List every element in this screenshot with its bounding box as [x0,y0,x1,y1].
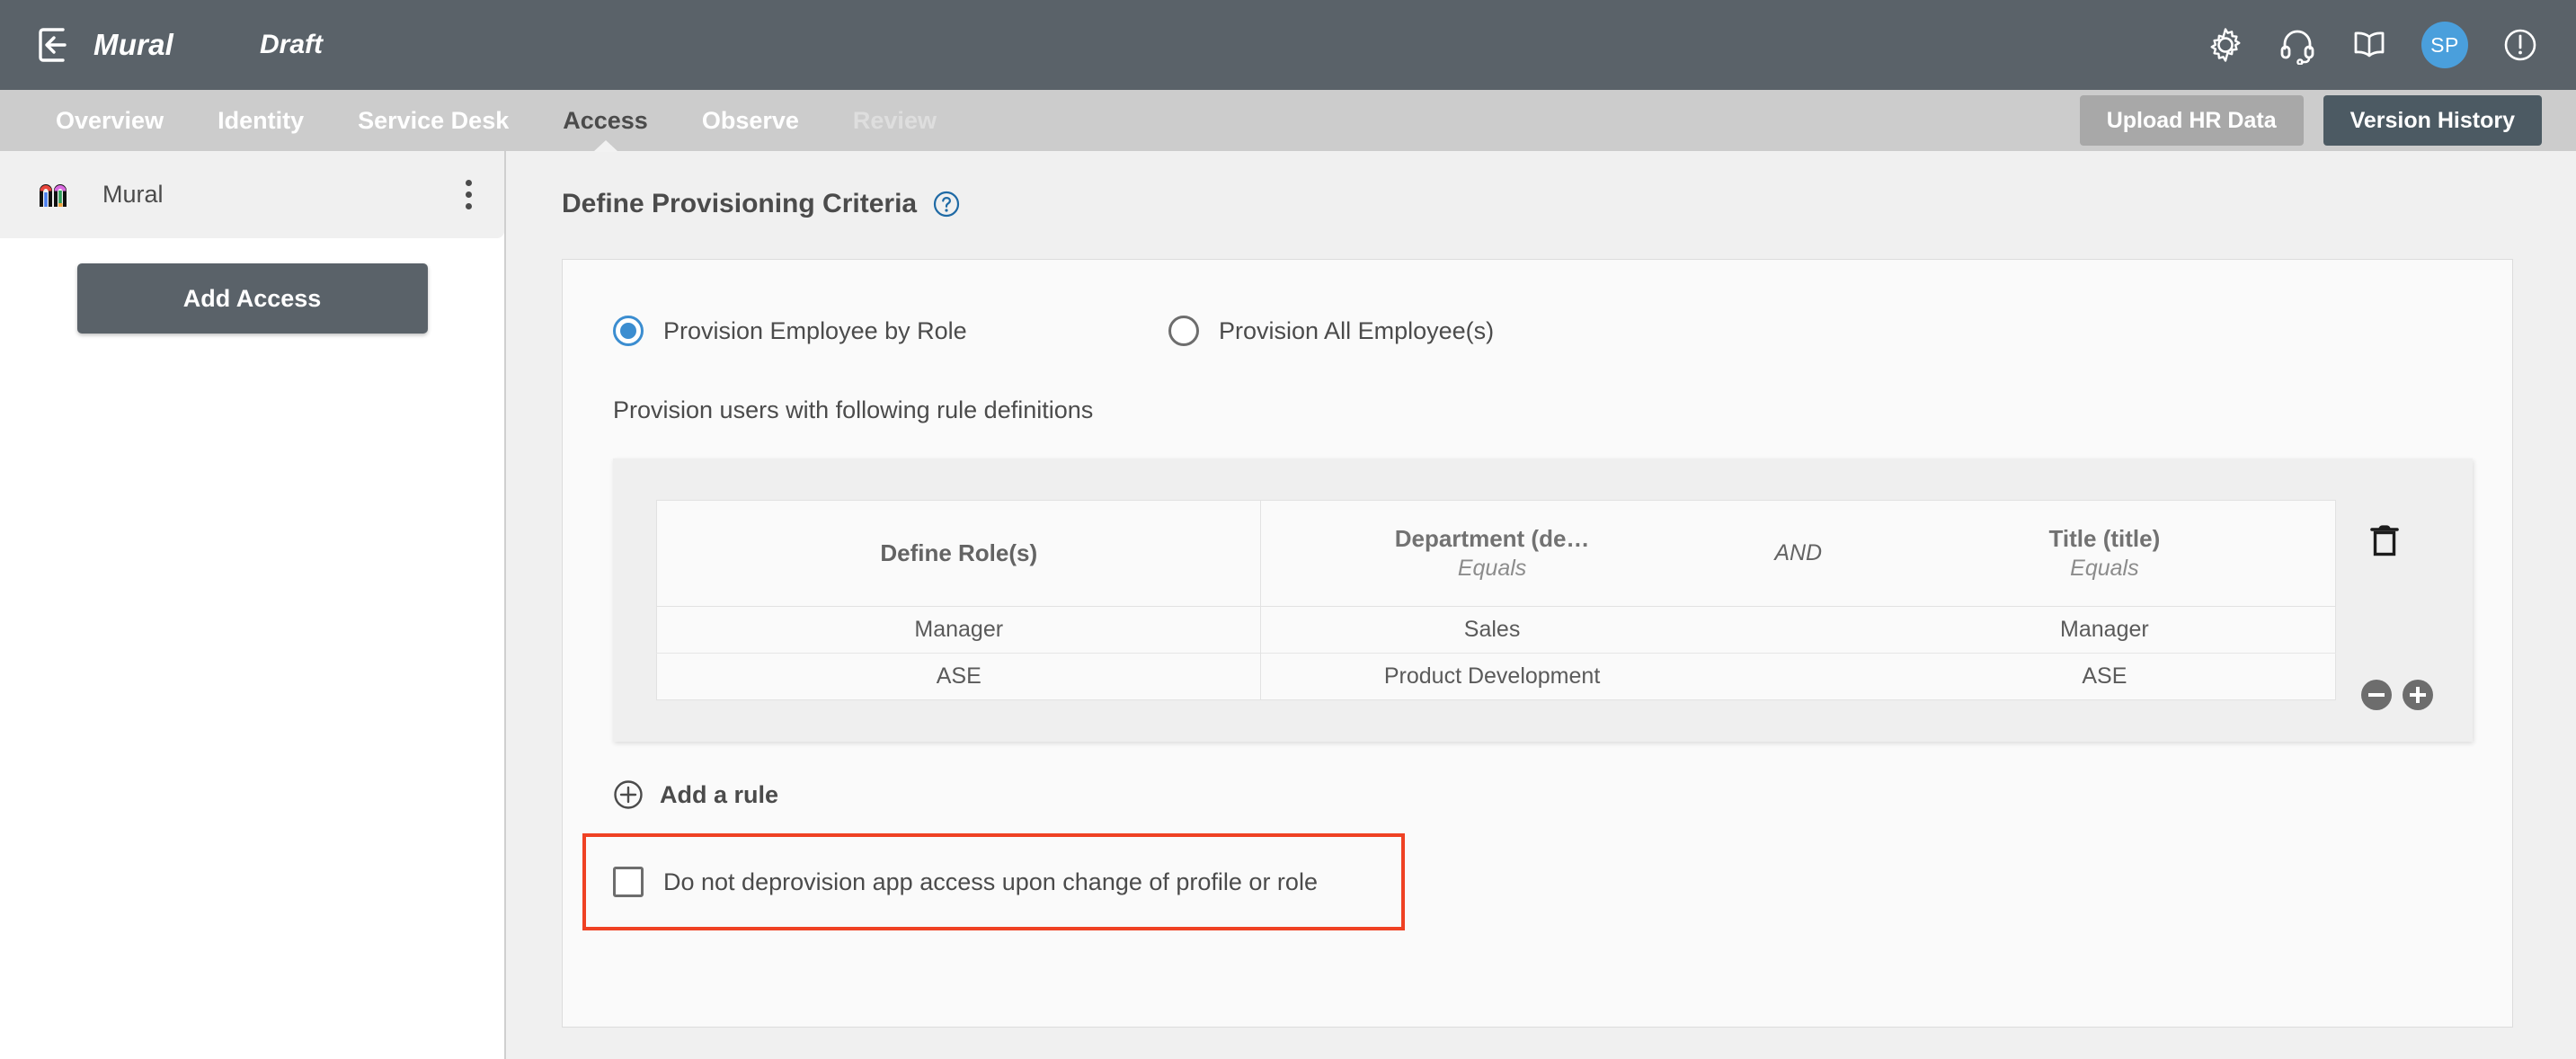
column-header-operator: Equals [2070,555,2139,581]
add-rule-button[interactable]: Add a rule [563,779,778,810]
radio-mark-icon [613,316,644,346]
radio-provision-by-role[interactable]: Provision Employee by Role [613,316,1168,346]
row-stepper-controls [2361,680,2433,710]
rule-intro-text: Provision users with following rule defi… [613,396,1094,423]
add-rule-label: Add a rule [660,780,779,808]
sidebar: Mural Add Access [0,151,506,1059]
column-header-attr-name: Title (title) [2048,525,2161,552]
tab-service-desk[interactable]: Service Desk [358,90,509,151]
delete-rule-container [2336,500,2433,557]
sidebar-item-label: Mural [102,181,164,208]
column-header-define-roles: Define Role(s) [656,500,1262,607]
cell-title: ASE [1873,653,2336,700]
book-icon[interactable] [2349,25,2389,65]
column-header-title: Title (title) Equals [1873,500,2336,607]
nav-actions: Upload HR Data Version History [2079,95,2542,146]
help-circle-icon[interactable] [933,191,960,218]
draft-status-label: Draft [260,30,324,59]
provision-mode-radio-group: Provision Employee by Role Provision All… [563,316,2512,346]
back-arrow-icon[interactable] [36,26,74,64]
deprovision-checkbox[interactable]: Do not deprovision app access upon chang… [613,867,1318,897]
app-title: Mural [93,28,174,61]
column-header-conjunction: AND [1722,500,1874,607]
radio-label: Provision Employee by Role [663,316,967,344]
avatar[interactable]: SP [2421,22,2468,68]
column-header-label: Define Role(s) [880,539,1038,566]
main-content: Define Provisioning Criteria Provision E… [506,151,2576,1059]
tab-overview[interactable]: Overview [56,90,164,151]
table-row[interactable]: Manager Sales Manager [656,606,2336,654]
minus-circle-icon[interactable] [2361,680,2392,710]
plus-circle-icon[interactable] [2403,680,2433,710]
radio-label: Provision All Employee(s) [1219,316,1495,344]
upload-hr-data-button[interactable]: Upload HR Data [2079,95,2304,146]
cell-role: ASE [656,653,1262,700]
column-header-attr-name: Department (de… [1394,525,1590,552]
top-bar-left: Mural Draft [36,26,323,64]
nav-bar: Overview Identity Service Desk Access Ob… [0,90,2576,151]
rule-table-header-row: Define Role(s) Department (de… Equals AN… [656,500,2336,607]
checkbox-mark-icon [613,867,644,897]
trash-icon[interactable] [2369,523,2400,557]
add-access-container: Add Access [0,238,504,334]
tab-identity[interactable]: Identity [218,90,304,151]
sidebar-item-mural[interactable]: Mural [0,151,504,238]
kebab-menu-icon[interactable] [463,174,474,215]
cell-role: Manager [656,606,1262,654]
table-row[interactable]: ASE Product Development ASE [656,653,2336,700]
provisioning-panel: Provision Employee by Role Provision All… [562,259,2513,1028]
top-bar: Mural Draft SP [0,0,2576,90]
column-header-operator: Equals [1457,555,1527,581]
page-title: Define Provisioning Criteria [562,189,918,218]
radio-mark-icon [1168,316,1199,346]
radio-provision-all-employees[interactable]: Provision All Employee(s) [1168,316,1494,346]
headset-icon[interactable] [2278,25,2317,65]
rule-block: Define Role(s) Department (de… Equals AN… [613,458,2473,742]
cell-department: Product Development [1260,653,1723,700]
top-bar-actions: SP [2206,22,2540,68]
gear-icon[interactable] [2206,25,2245,65]
rule-inner: Define Role(s) Department (de… Equals AN… [613,500,2473,700]
plus-circle-outline-icon [613,779,644,810]
rule-table: Define Role(s) Department (de… Equals AN… [656,500,2336,700]
deprovision-checkbox-label: Do not deprovision app access upon chang… [663,868,1318,895]
mural-logo-icon [40,180,70,210]
rule-table-body: Manager Sales Manager ASE Product Develo… [656,606,2336,700]
version-history-button[interactable]: Version History [2323,95,2542,146]
tab-review[interactable]: Review [853,90,937,151]
tab-observe[interactable]: Observe [702,90,799,151]
add-access-button[interactable]: Add Access [76,263,428,334]
section-header: Define Provisioning Criteria [562,189,2513,219]
cell-title: Manager [2060,617,2149,642]
tab-access[interactable]: Access [563,90,648,151]
body: Mural Add Access Define Provisioning Cri… [0,151,2576,1059]
alert-circle-icon[interactable] [2500,25,2540,65]
column-header-department: Department (de… Equals [1260,500,1723,607]
cell-department: Sales [1463,617,1521,642]
cell-conjunction [1722,653,1874,700]
deprovision-highlight-box: Do not deprovision app access upon chang… [582,833,1405,930]
rule-table-head: Define Role(s) Department (de… Equals AN… [656,500,2336,607]
nav-tabs: Overview Identity Service Desk Access Ob… [56,90,990,151]
cell-conjunction [1723,607,1874,654]
